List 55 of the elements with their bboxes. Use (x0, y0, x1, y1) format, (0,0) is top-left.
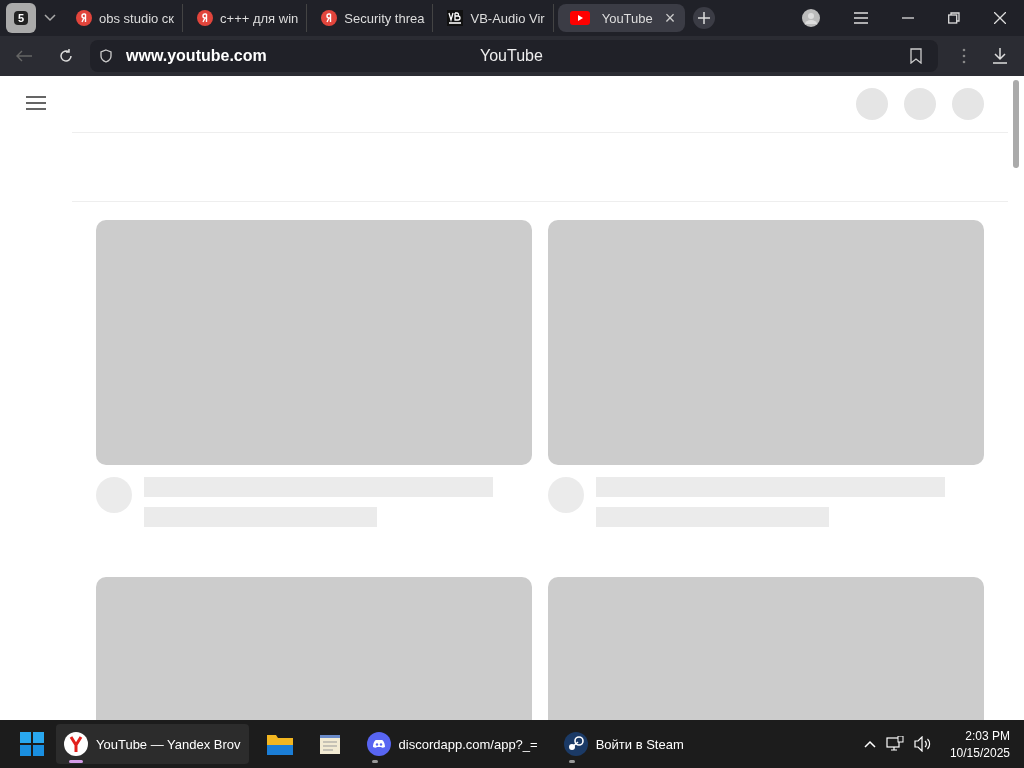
restore-icon[interactable] (948, 12, 960, 24)
taskbar-label: Войти в Steam (595, 736, 684, 752)
profile-icon[interactable] (802, 9, 820, 27)
taskbar-item[interactable]: Войти в Steam (555, 724, 692, 764)
chevron-up-icon[interactable] (863, 740, 876, 748)
taskbar-label: YouTube — Yandex Brov (96, 736, 241, 752)
browser-tab[interactable]: VB-Audio Vir (437, 4, 554, 32)
menu-icon[interactable] (26, 96, 46, 110)
youtube-icon (569, 11, 590, 25)
browser-tab[interactable]: c+++ для win (187, 4, 308, 32)
yandex-icon (197, 10, 214, 26)
discord-icon (366, 732, 391, 756)
back-arrow-icon[interactable] (16, 50, 32, 62)
volume-icon[interactable] (913, 736, 932, 752)
tab-title: VB-Audio Vir (470, 10, 545, 26)
tab-count: 5 (13, 11, 29, 25)
close-icon[interactable] (994, 12, 1006, 24)
notepad-icon (318, 733, 341, 755)
browser-tab[interactable]: YouTube × (557, 4, 686, 32)
close-tab-button[interactable]: × (664, 7, 676, 29)
browser-tab[interactable]: obs studio ск (66, 4, 184, 32)
shield-icon (100, 49, 112, 63)
windows-start-icon[interactable] (20, 732, 44, 756)
chevron-down-icon[interactable] (44, 14, 56, 22)
url-text: www.youtube.com (126, 47, 268, 65)
taskbar-item[interactable]: YouTube — Yandex Brov (56, 724, 249, 764)
download-icon[interactable] (992, 48, 1008, 64)
placeholder-circle (904, 88, 936, 120)
scrollbar-thumb[interactable] (1013, 80, 1019, 168)
plus-icon (698, 12, 711, 24)
taskbar-label: discordapp.com/app?_= (398, 736, 538, 752)
tab-title: c+++ для win (220, 10, 299, 26)
tab-title: YouTube (601, 10, 653, 26)
reload-icon[interactable] (58, 48, 74, 64)
browser-tab[interactable]: Security threa (311, 4, 434, 32)
yandex-icon (76, 10, 92, 26)
address-field[interactable]: www.youtube.com YouTube (90, 40, 938, 72)
placeholder-circle (856, 88, 888, 120)
yandex-icon (321, 10, 338, 26)
folder-icon (266, 733, 293, 755)
vb-logo-icon (447, 10, 464, 26)
tab-title: obs studio ск (99, 10, 175, 26)
network-icon[interactable] (885, 736, 904, 752)
placeholder-circle (952, 88, 984, 120)
taskbar-item[interactable]: discordapp.com/app?_= (358, 724, 546, 764)
steam-icon (563, 732, 588, 756)
new-tab-button[interactable] (693, 7, 716, 29)
tab-counter-button[interactable]: 5 (6, 3, 36, 33)
yandex-browser-icon (64, 732, 88, 756)
bookmark-icon[interactable] (910, 48, 922, 64)
clock-time: 2:03 PM (965, 728, 1010, 743)
tab-title: Security threa (344, 10, 425, 26)
clock-date: 10/15/2025 (949, 745, 1010, 760)
more-icon[interactable] (962, 48, 966, 64)
page-title: YouTube (480, 47, 544, 65)
